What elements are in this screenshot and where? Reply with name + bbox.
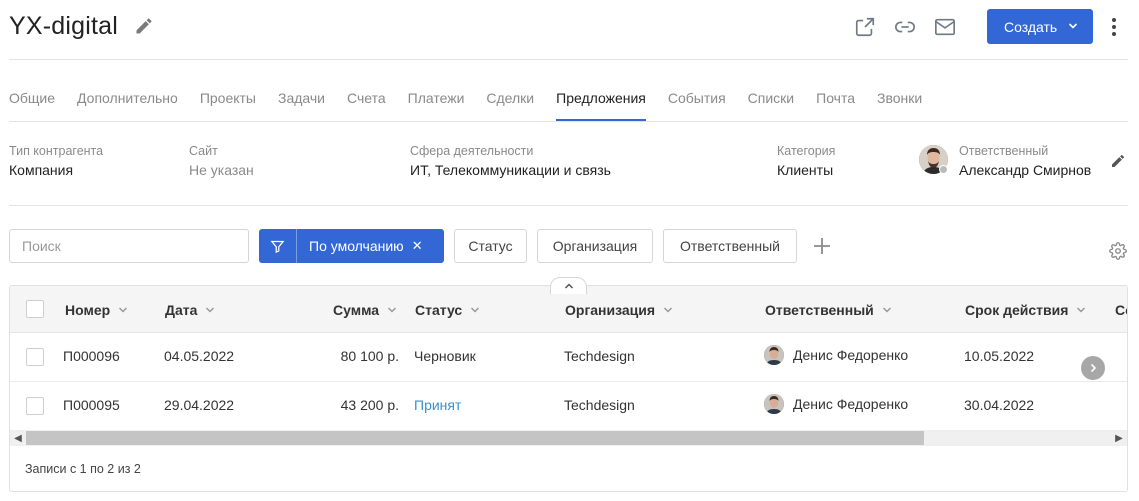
active-filter-chip[interactable]: По умолчанию ✕ — [259, 229, 444, 263]
filter-icon[interactable] — [259, 229, 297, 263]
row-checkbox[interactable] — [26, 397, 44, 415]
table-row[interactable]: П000095 29.04.2022 43 200 р. Принят Tech… — [10, 382, 1127, 431]
collapse-toggle[interactable] — [550, 277, 587, 294]
contractor-type-label: Тип контрагента — [9, 144, 104, 158]
cell-date: 29.04.2022 — [164, 397, 235, 413]
column-header-responsible[interactable]: Ответственный — [765, 302, 892, 318]
select-all-checkbox[interactable] — [26, 300, 44, 318]
responsible-label: Ответственный — [959, 144, 1049, 158]
tab-general[interactable]: Общие — [9, 90, 55, 121]
cell-responsible[interactable]: Денис Федоренко — [764, 394, 908, 414]
cell-organization[interactable]: Techdesign — [564, 397, 635, 413]
tab-additional[interactable]: Дополнительно — [77, 90, 178, 121]
chevron-down-icon — [1068, 23, 1078, 29]
presence-indicator — [939, 165, 948, 174]
tab-offers[interactable]: Предложения — [556, 90, 646, 121]
table-row[interactable]: П000096 04.05.2022 80 100 р. Черновик Te… — [10, 333, 1127, 382]
chevron-down-icon — [664, 307, 673, 313]
create-button-label: Создать — [1004, 18, 1058, 35]
filter-chip-responsible[interactable]: Ответственный — [663, 229, 797, 263]
horizontal-scrollbar[interactable]: ◀ ▶ — [10, 430, 1127, 446]
tab-events[interactable]: События — [668, 90, 726, 121]
filter-chip-status[interactable]: Статус — [454, 229, 527, 263]
cell-due-date: 10.05.2022 — [964, 348, 1035, 364]
gear-icon[interactable] — [1109, 242, 1127, 260]
tab-projects[interactable]: Проекты — [200, 90, 256, 121]
chevron-down-icon — [1077, 307, 1086, 313]
offers-table: Номер Дата Сумма Статус Организация Отве… — [9, 285, 1128, 492]
chevron-down-icon — [882, 307, 891, 313]
records-count: Записи с 1 по 2 из 2 — [25, 462, 141, 476]
filter-chip-organization[interactable]: Организация — [537, 229, 653, 263]
column-header-organization[interactable]: Организация — [565, 302, 673, 318]
column-header-truncated[interactable]: Со — [1115, 302, 1127, 318]
create-button[interactable]: Создать — [987, 9, 1093, 44]
chevron-up-icon — [564, 283, 573, 289]
tab-bar: Общие Дополнительно Проекты Задачи Счета… — [9, 90, 944, 122]
tab-invoices[interactable]: Счета — [347, 90, 386, 121]
column-header-status[interactable]: Статус — [415, 302, 480, 318]
row-checkbox[interactable] — [26, 348, 44, 366]
divider — [9, 205, 1128, 206]
contractor-type-value: Компания — [9, 162, 74, 178]
chevron-down-icon — [206, 307, 215, 313]
cell-status: Принят — [414, 397, 462, 413]
add-filter-icon[interactable] — [811, 235, 833, 257]
category-label: Категория — [777, 144, 836, 158]
chevron-down-icon — [119, 307, 128, 313]
tab-payments[interactable]: Платежи — [408, 90, 465, 121]
mail-icon[interactable] — [934, 16, 956, 38]
column-header-due-date[interactable]: Срок действия — [965, 302, 1086, 318]
tab-tasks[interactable]: Задачи — [278, 90, 325, 121]
site-value: Не указан — [189, 162, 254, 178]
external-link-icon[interactable] — [854, 16, 876, 38]
responsible-value: Александр Смирнов — [959, 162, 1092, 178]
cell-organization[interactable]: Techdesign — [564, 348, 635, 364]
pencil-icon[interactable] — [1110, 153, 1126, 169]
column-header-number[interactable]: Номер — [65, 302, 128, 318]
cell-sum: 43 200 р. — [340, 397, 399, 413]
close-icon[interactable]: ✕ — [412, 238, 423, 254]
cell-responsible[interactable]: Денис Федоренко — [764, 345, 908, 365]
scroll-right-arrow-icon[interactable]: ▶ — [1113, 432, 1125, 444]
cell-number[interactable]: П000095 — [63, 397, 120, 413]
link-icon[interactable] — [894, 16, 916, 38]
tab-mail[interactable]: Почта — [816, 90, 855, 121]
chevron-down-icon — [388, 307, 397, 313]
chevron-right-icon — [1090, 363, 1097, 373]
divider — [9, 121, 1128, 122]
tab-deals[interactable]: Сделки — [486, 90, 534, 121]
cell-status: Черновик — [414, 348, 476, 364]
responsible-name: Денис Федоренко — [793, 396, 909, 412]
site-label: Сайт — [189, 144, 218, 158]
avatar — [764, 345, 784, 365]
tab-lists[interactable]: Списки — [748, 90, 794, 121]
column-header-sum[interactable]: Сумма — [333, 302, 397, 318]
cell-date: 04.05.2022 — [164, 348, 235, 364]
sphere-value: ИТ, Телекоммуникации и связь — [410, 162, 611, 178]
scroll-left-arrow-icon[interactable]: ◀ — [12, 432, 24, 444]
tab-calls[interactable]: Звонки — [877, 90, 922, 121]
active-filter-label: По умолчанию — [309, 238, 404, 254]
cell-due-date: 30.04.2022 — [964, 397, 1035, 413]
avatar — [764, 394, 784, 414]
scrollbar-thumb[interactable] — [26, 431, 924, 445]
cell-number[interactable]: П000096 — [63, 348, 120, 364]
chevron-down-icon — [471, 307, 480, 313]
more-vertical-icon[interactable] — [1108, 16, 1120, 38]
divider — [9, 59, 1128, 60]
category-value: Клиенты — [777, 162, 834, 178]
pencil-icon[interactable] — [134, 16, 154, 36]
page-title: YX-digital — [9, 12, 118, 40]
responsible-name: Денис Федоренко — [793, 347, 909, 363]
column-header-date[interactable]: Дата — [165, 302, 215, 318]
sphere-label: Сфера деятельности — [410, 144, 534, 158]
cell-sum: 80 100 р. — [340, 348, 399, 364]
search-input[interactable] — [9, 229, 249, 263]
scroll-right-button[interactable] — [1081, 356, 1105, 380]
